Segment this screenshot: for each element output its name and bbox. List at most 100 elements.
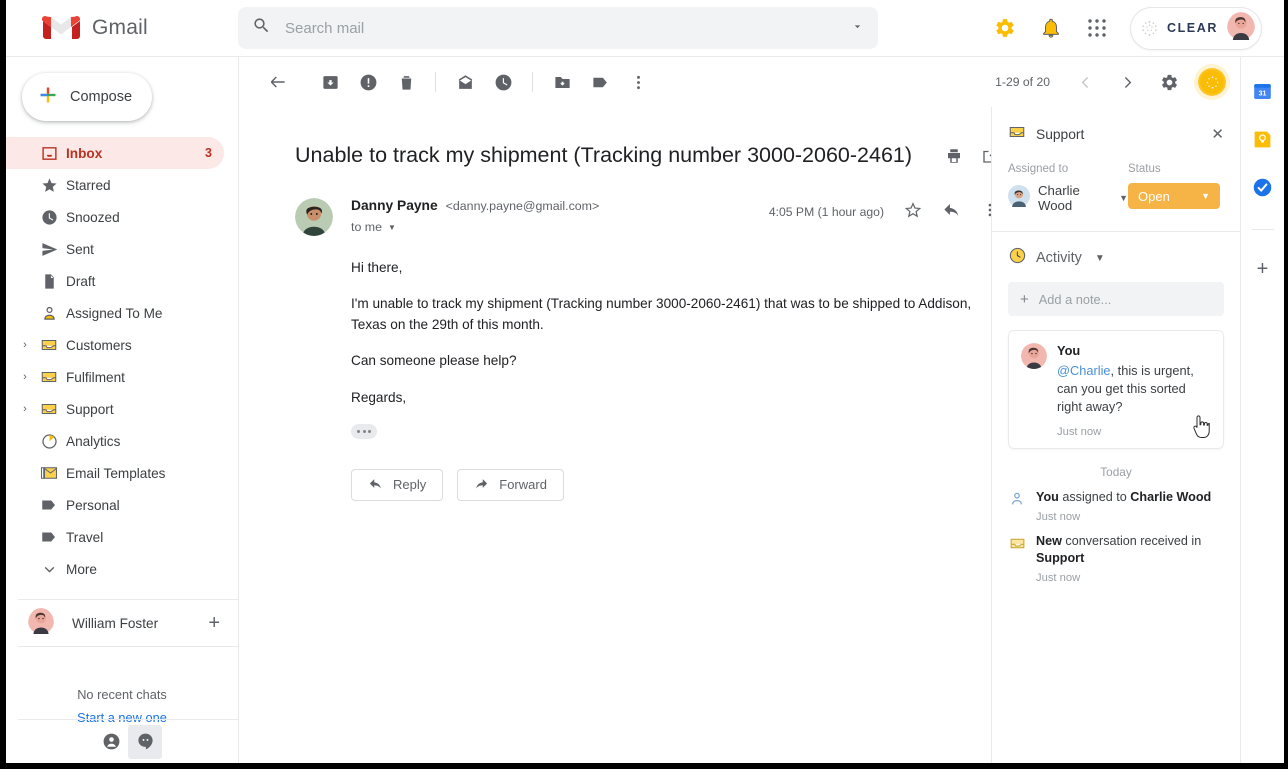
sidebar-item-support[interactable]: › Support bbox=[6, 393, 224, 425]
compose-button[interactable]: Compose bbox=[22, 73, 152, 121]
reply-icon[interactable] bbox=[942, 200, 961, 224]
forward-button[interactable]: Forward bbox=[457, 468, 564, 501]
add-note-field[interactable]: + Add a note... bbox=[1008, 282, 1224, 316]
toolbar-right: 1-29 of 20 bbox=[995, 63, 1226, 101]
sender-avatar[interactable] bbox=[295, 198, 333, 237]
chevron-right-icon[interactable]: › bbox=[18, 371, 32, 383]
sidebar-item-travel[interactable]: Travel bbox=[6, 521, 224, 553]
note-card[interactable]: You @Charlie, this is urgent, can you ge… bbox=[1008, 330, 1224, 450]
add-app-icon[interactable]: + bbox=[1257, 258, 1269, 281]
archive-icon[interactable] bbox=[311, 63, 349, 101]
search-input[interactable] bbox=[285, 19, 837, 37]
search-bar[interactable] bbox=[238, 7, 878, 49]
add-contact-icon[interactable]: + bbox=[208, 612, 220, 635]
next-page-icon[interactable] bbox=[1108, 63, 1146, 101]
toolbar-settings-gear-icon[interactable] bbox=[1150, 63, 1188, 101]
sidebar-label-inbox: Inbox bbox=[66, 145, 103, 161]
assignee-selector[interactable]: Charlie Wood ▼ bbox=[1008, 183, 1128, 213]
show-trimmed-content-button[interactable] bbox=[351, 423, 377, 439]
tasks-icon[interactable] bbox=[1252, 177, 1274, 199]
activity-section-header[interactable]: Activity ▼ bbox=[1008, 236, 1224, 280]
gmail-brand[interactable]: Gmail bbox=[6, 14, 234, 42]
add-note-placeholder: Add a note... bbox=[1038, 291, 1112, 307]
body-line-4: Regards, bbox=[351, 389, 407, 405]
sidebar-item-fulfilment[interactable]: › Fulfilment bbox=[6, 361, 224, 393]
contacts-toggle-icon[interactable] bbox=[94, 725, 128, 759]
more-options-icon[interactable] bbox=[619, 63, 657, 101]
panel-title: Support bbox=[1036, 126, 1085, 142]
sender-name: Danny Payne bbox=[351, 198, 438, 214]
note-timestamp: Just now bbox=[1057, 426, 1102, 439]
notifications-bell-icon[interactable] bbox=[1038, 15, 1064, 41]
chevron-right-icon[interactable]: › bbox=[18, 403, 32, 415]
note-text: @Charlie, this is urgent, can you get th… bbox=[1057, 362, 1211, 416]
chevron-right-icon[interactable]: › bbox=[18, 339, 32, 351]
status-label: Status bbox=[1128, 163, 1161, 175]
sidebar-item-sent[interactable]: Sent bbox=[6, 233, 224, 265]
print-icon[interactable] bbox=[945, 147, 963, 170]
star-message-icon[interactable] bbox=[904, 201, 922, 224]
clear-account-badge[interactable]: CLEAR bbox=[1129, 6, 1262, 50]
clear-assistant-badge[interactable] bbox=[1198, 68, 1226, 96]
left-sidebar: Compose Inbox 3 Starred Snoozed Sent Dra… bbox=[6, 57, 238, 763]
delete-icon[interactable] bbox=[387, 63, 425, 101]
back-arrow-icon[interactable] bbox=[259, 63, 297, 101]
sidebar-label-snoozed: Snoozed bbox=[66, 209, 120, 225]
sidebar-item-inbox[interactable]: Inbox 3 bbox=[6, 137, 224, 169]
keep-icon[interactable] bbox=[1252, 129, 1274, 151]
account-avatar[interactable] bbox=[1227, 11, 1255, 45]
close-icon[interactable]: ✕ bbox=[1211, 125, 1224, 143]
labels-icon[interactable] bbox=[581, 63, 619, 101]
activity-feed-item: New conversation received in Support Jus… bbox=[1008, 533, 1224, 584]
sidebar-label-customers: Customers bbox=[66, 337, 132, 353]
sidebar-item-snoozed[interactable]: Snoozed bbox=[6, 201, 224, 233]
sidebar-item-email-templates[interactable]: Email Templates bbox=[6, 457, 224, 489]
sidebar-label-sent: Sent bbox=[66, 241, 94, 257]
sidebar-item-starred[interactable]: Starred bbox=[6, 169, 224, 201]
chevron-down-icon[interactable]: ▼ bbox=[1095, 253, 1105, 264]
snooze-icon[interactable] bbox=[484, 63, 522, 101]
note-author-avatar bbox=[1021, 343, 1047, 369]
sender-row: Danny Payne <danny.payne@gmail.com> to m… bbox=[295, 198, 999, 237]
chevron-down-icon[interactable]: ▼ bbox=[1119, 193, 1128, 203]
clear-logo-icon bbox=[1141, 20, 1158, 37]
settings-gear-icon[interactable] bbox=[992, 15, 1018, 41]
sidebar-user-row[interactable]: William Foster + bbox=[6, 600, 238, 646]
clock-icon bbox=[32, 209, 66, 226]
move-to-icon[interactable] bbox=[543, 63, 581, 101]
search-options-icon[interactable] bbox=[851, 20, 864, 36]
body-line-3: Can someone please help? bbox=[351, 353, 517, 369]
label-icon bbox=[32, 528, 66, 546]
feed-target: Support bbox=[1036, 551, 1085, 566]
label-icon bbox=[32, 496, 66, 514]
status-badge[interactable]: Open ▼ bbox=[1128, 183, 1220, 209]
note-mention[interactable]: @Charlie bbox=[1057, 363, 1111, 378]
report-spam-icon[interactable] bbox=[349, 63, 387, 101]
chevron-down-icon[interactable]: ▼ bbox=[1201, 191, 1210, 201]
message-toolbar: 1-29 of 20 bbox=[239, 57, 1240, 107]
reply-button[interactable]: Reply bbox=[351, 468, 444, 501]
sidebar-item-assigned-to-me[interactable]: Assigned To Me bbox=[6, 297, 224, 329]
mark-unread-icon[interactable] bbox=[446, 63, 484, 101]
sidebar-item-more[interactable]: More bbox=[6, 553, 224, 585]
clear-label: CLEAR bbox=[1166, 21, 1218, 35]
sidebar-item-customers[interactable]: › Customers bbox=[6, 329, 224, 361]
chevron-down-icon[interactable]: ▼ bbox=[388, 223, 396, 232]
calendar-icon[interactable]: 31 bbox=[1252, 81, 1274, 103]
previous-page-icon[interactable] bbox=[1066, 63, 1104, 101]
sidebar-item-analytics[interactable]: Analytics bbox=[6, 425, 224, 457]
pagination-count: 1-29 of 20 bbox=[995, 75, 1050, 89]
hangouts-toggle-icon[interactable] bbox=[128, 724, 162, 759]
message-timestamp: 4:05 PM (1 hour ago) bbox=[768, 205, 884, 220]
template-icon bbox=[32, 464, 66, 482]
sidebar-item-personal[interactable]: Personal bbox=[6, 489, 224, 521]
sidebar-label-more: More bbox=[66, 561, 97, 577]
recipient-row[interactable]: to me ▼ bbox=[351, 220, 769, 234]
message-subject: Unable to track my shipment (Tracking nu… bbox=[295, 143, 913, 167]
recipient-label: to me bbox=[351, 220, 382, 235]
assigned-to-label: Assigned to bbox=[1008, 163, 1069, 175]
sidebar-item-draft[interactable]: Draft bbox=[6, 265, 224, 297]
reply-label: Reply bbox=[393, 477, 427, 493]
plus-icon: + bbox=[1020, 290, 1029, 308]
google-apps-grid-icon[interactable] bbox=[1084, 15, 1110, 41]
